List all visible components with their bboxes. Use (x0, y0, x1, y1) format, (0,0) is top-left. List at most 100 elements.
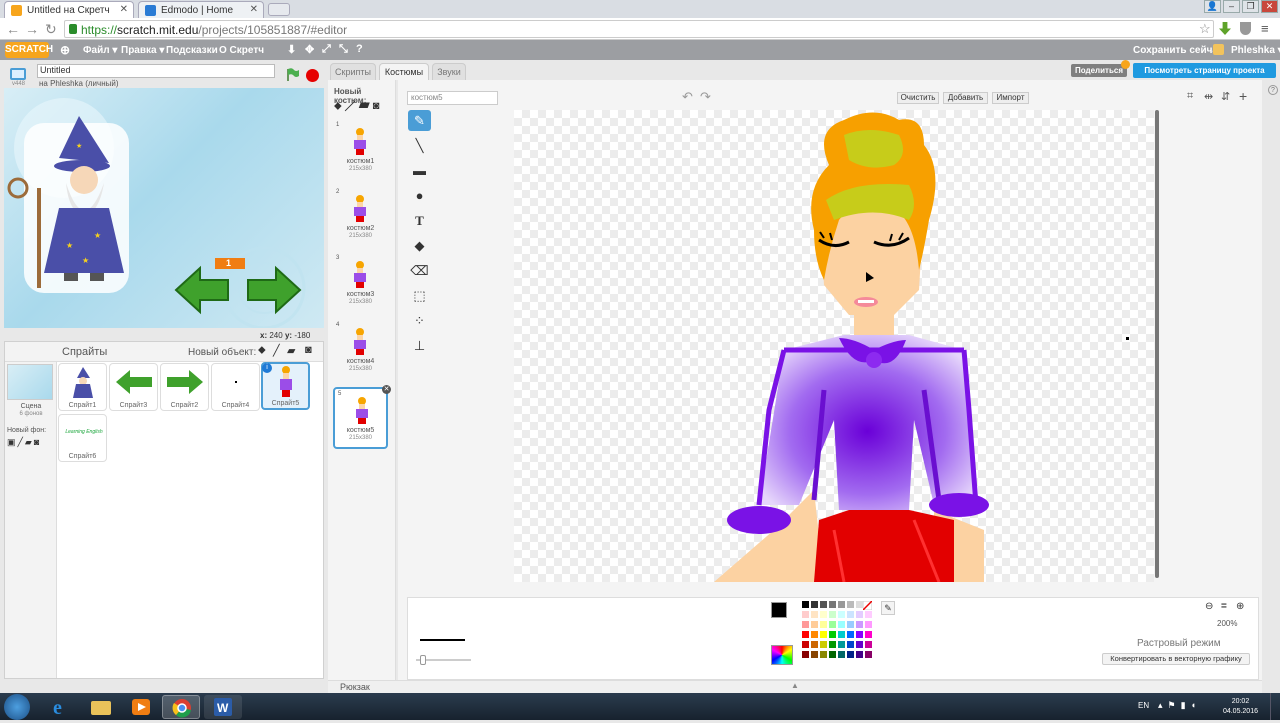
word-icon[interactable]: W (204, 695, 242, 719)
tab-scripts[interactable]: Скрипты (330, 63, 376, 80)
zoom-out-icon[interactable]: ⊖ (1205, 601, 1213, 612)
text-tool[interactable]: T (408, 210, 431, 231)
info-icon[interactable]: i (262, 363, 272, 373)
palette-color-swatch[interactable] (865, 621, 872, 628)
sprite-thumb-2[interactable]: Спрайт2 (160, 363, 209, 411)
chrome-icon[interactable] (162, 695, 200, 719)
shrink-icon[interactable]: ⤡ (339, 43, 348, 56)
close-tab-icon[interactable]: ✕ (250, 4, 258, 15)
tab-sounds[interactable]: Звуки (432, 63, 466, 80)
tab-costumes[interactable]: Костюмы (379, 63, 429, 80)
reload-icon[interactable]: ↻ (45, 21, 57, 38)
palette-color-swatch[interactable] (847, 641, 854, 648)
upload-sprite-icon[interactable]: ▰ (287, 344, 295, 357)
palette-color-swatch[interactable] (820, 651, 827, 658)
palette-color-swatch[interactable] (838, 601, 845, 608)
palette-color-swatch[interactable] (838, 611, 845, 618)
crop-icon[interactable]: ⌗ (1187, 90, 1193, 103)
palette-color-swatch[interactable] (802, 641, 809, 648)
scene-thumbnail[interactable] (7, 364, 53, 400)
user-menu[interactable]: Phleshka ▾ (1231, 45, 1280, 56)
back-icon[interactable]: ← (6, 21, 20, 37)
palette-color-swatch[interactable] (829, 621, 836, 628)
palette-color-swatch[interactable] (811, 641, 818, 648)
bookmark-star-icon[interactable]: ☆ (1199, 21, 1211, 37)
tray-icons[interactable]: ▴⚑▮◖ (1158, 700, 1201, 711)
presentation-mode-icon[interactable] (10, 68, 26, 80)
palette-color-swatch[interactable] (829, 641, 836, 648)
clear-button[interactable]: Очистить (897, 92, 939, 104)
palette-color-swatch[interactable] (856, 621, 863, 628)
palette-color-swatch[interactable] (811, 601, 818, 608)
color-palette[interactable] (802, 601, 882, 667)
palette-color-swatch[interactable] (820, 631, 827, 638)
costume-item-5[interactable]: 5 ✕ костюм5 215x380 (333, 385, 391, 449)
palette-color-swatch[interactable] (829, 611, 836, 618)
palette-color-swatch[interactable] (856, 631, 863, 638)
internet-explorer-icon[interactable]: e (42, 695, 80, 719)
palette-color-swatch[interactable] (820, 641, 827, 648)
palette-color-swatch[interactable] (856, 651, 863, 658)
palette-color-swatch[interactable] (802, 601, 809, 608)
palette-color-swatch[interactable] (802, 611, 809, 618)
palette-color-swatch[interactable] (829, 601, 836, 608)
palette-color-swatch[interactable] (865, 651, 872, 658)
palette-color-swatch[interactable] (856, 641, 863, 648)
sprite-thumb-3[interactable]: Спрайт3 (109, 363, 158, 411)
url-field[interactable]: https://scratch.mit.edu/projects/1058518… (64, 20, 1214, 38)
palette-color-swatch[interactable] (838, 631, 845, 638)
project-title-input[interactable]: Untitled (37, 64, 275, 78)
show-desktop-button[interactable] (1270, 693, 1280, 720)
add-button[interactable]: Добавить (943, 92, 988, 104)
brush-tool[interactable]: ✎ (408, 110, 431, 131)
palette-color-swatch[interactable] (802, 651, 809, 658)
chevron-up-icon[interactable]: ▲ (791, 681, 799, 690)
page-scrollbar[interactable]: ? (1266, 80, 1280, 693)
palette-color-swatch[interactable] (856, 611, 863, 618)
palette-color-swatch[interactable] (811, 621, 818, 628)
stamp-tool[interactable]: ⊥ (408, 335, 431, 356)
convert-to-vector-button[interactable]: Конвертировать в векторную графику (1102, 653, 1250, 665)
user-icon[interactable]: 👤 (1204, 0, 1221, 13)
menu-icon[interactable]: ≡ (1261, 21, 1269, 36)
cut-icon[interactable]: ✥ (305, 43, 314, 56)
sprite-thumb-1[interactable]: Спрайт1 (58, 363, 107, 411)
palette-color-swatch[interactable] (820, 621, 827, 628)
shield-icon[interactable] (1240, 22, 1251, 35)
help-icon[interactable]: ? (356, 43, 363, 55)
palette-color-swatch[interactable] (820, 601, 827, 608)
palette-color-swatch[interactable] (802, 631, 809, 638)
flip-vertical-icon[interactable]: ⇵ (1221, 90, 1230, 103)
camera-icon[interactable]: ◙ (305, 344, 312, 356)
input-language[interactable]: EN (1138, 701, 1149, 710)
new-costume-tools[interactable]: ⬥╱▰◙ (334, 100, 382, 113)
eyedropper-icon[interactable]: ✎ (881, 601, 895, 615)
share-button[interactable]: Поделиться (1071, 64, 1127, 77)
color-picker-swatch[interactable] (771, 645, 793, 665)
costume-item-3[interactable]: 3 костюм3 215x380 (333, 253, 388, 315)
close-window-icon[interactable]: ✕ (1261, 0, 1278, 13)
palette-color-swatch[interactable] (847, 611, 854, 618)
redo-icon[interactable]: ↷ (700, 89, 711, 105)
media-player-icon[interactable] (122, 695, 160, 719)
palette-color-swatch[interactable] (838, 621, 845, 628)
minimize-icon[interactable]: – (1223, 0, 1240, 13)
maximize-icon[interactable]: ❐ (1242, 0, 1259, 13)
sprite-thumb-4[interactable]: Спрайт4 (211, 363, 260, 411)
palette-color-swatch[interactable] (865, 641, 872, 648)
undo-icon[interactable]: ↶ (682, 89, 693, 105)
palette-color-swatch[interactable] (865, 631, 872, 638)
backpack-bar[interactable]: Рюкзак ▲ (328, 680, 1262, 693)
costume-item-2[interactable]: 2 костюм2 215x380 (333, 187, 388, 249)
delete-costume-icon[interactable]: ✕ (382, 385, 391, 394)
new-tab-button[interactable] (268, 3, 290, 16)
sprite-thumb-6[interactable]: Learning English Спрайт6 (58, 414, 107, 462)
download-icon[interactable] (1219, 22, 1231, 35)
palette-color-swatch[interactable] (829, 631, 836, 638)
palette-color-swatch[interactable] (847, 651, 854, 658)
duplicate-stamp-icon[interactable]: ⬇ (287, 43, 296, 56)
backdrop-tools[interactable]: ▣╱▰◙ (7, 437, 41, 448)
set-center-icon[interactable]: + (1239, 88, 1247, 104)
paint-sprite-icon[interactable]: ╱ (273, 344, 280, 357)
help-circle-icon[interactable]: ? (1268, 85, 1278, 95)
